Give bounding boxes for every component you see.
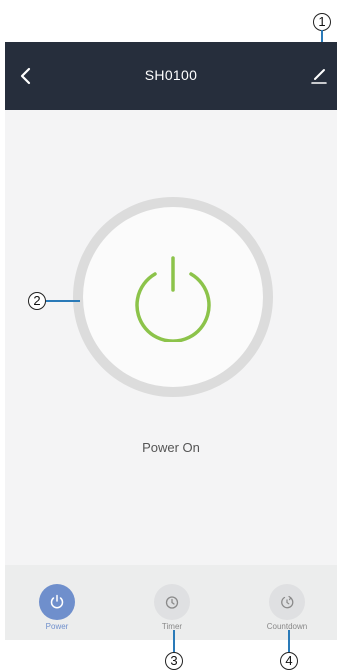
tab-power[interactable]: Power <box>17 565 97 640</box>
callout-3: 3 <box>165 652 183 670</box>
timer-icon <box>165 596 179 609</box>
page-title: SH0100 <box>144 67 198 83</box>
power-status-text: Power On <box>142 440 200 455</box>
callout-4: 4 <box>280 652 298 670</box>
power-icon <box>135 256 211 342</box>
tab-timer-label: Timer <box>161 622 183 631</box>
callout-3-line <box>173 630 175 652</box>
callout-2-line <box>46 300 80 302</box>
countdown-tab-icon-bg <box>269 584 305 620</box>
callout-4-line <box>288 630 290 652</box>
main-panel: Power On <box>5 110 337 565</box>
app-header: SH0100 <box>5 42 337 110</box>
bottom-tab-bar: Power Timer Countdown <box>5 565 337 640</box>
power-toggle-button[interactable] <box>73 197 273 397</box>
callout-1: 1 <box>313 13 331 31</box>
callout-2: 2 <box>28 292 46 310</box>
tab-timer[interactable]: Timer <box>132 565 212 640</box>
tab-countdown[interactable]: Countdown <box>247 565 327 640</box>
tab-power-label: Power <box>45 622 69 631</box>
power-button-face <box>83 207 263 387</box>
tab-countdown-label: Countdown <box>266 622 308 631</box>
timer-tab-icon-bg <box>154 584 190 620</box>
countdown-icon <box>281 595 294 609</box>
pencil-icon <box>311 69 327 84</box>
edit-button[interactable] <box>309 64 329 86</box>
power-icon <box>50 594 64 609</box>
power-tab-icon-bg <box>39 584 75 620</box>
